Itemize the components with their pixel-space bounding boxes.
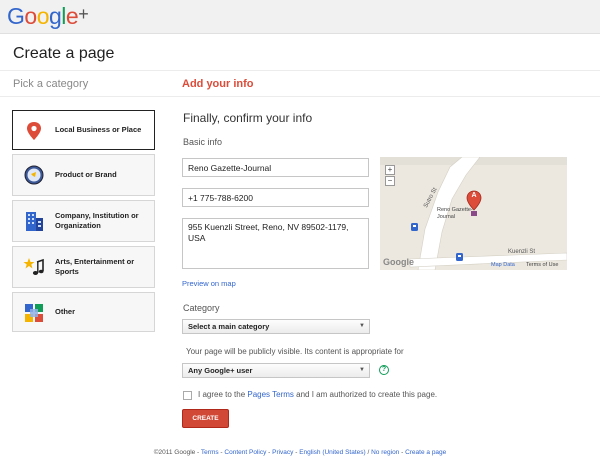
- category-list: Local Business or Place Product or Brand…: [12, 110, 155, 336]
- footer-link-region[interactable]: No region: [371, 449, 399, 456]
- phone-field[interactable]: [182, 188, 369, 207]
- category-label: Product or Brand: [55, 170, 117, 179]
- category-arts[interactable]: Arts, Entertainment or Sports: [12, 246, 155, 288]
- address-field[interactable]: 955 Kuenzli Street, Reno, NV 89502-1179,…: [182, 218, 369, 269]
- transit-icon: [456, 253, 463, 261]
- agree-pre: I agree to the: [198, 390, 248, 399]
- main-category-select[interactable]: Select a main category ▼: [182, 319, 370, 334]
- footer-link-content-policy[interactable]: Content Policy: [224, 449, 266, 456]
- map-terms-link[interactable]: Terms of Use: [526, 262, 558, 268]
- create-button[interactable]: CREATE: [182, 409, 229, 428]
- map-marker-label: A: [471, 192, 477, 199]
- other-icon: [25, 304, 43, 322]
- category-label-heading: Category: [183, 303, 220, 313]
- divider: [0, 96, 600, 97]
- category-local-business[interactable]: Local Business or Place: [12, 110, 155, 150]
- category-label: Other: [55, 307, 76, 316]
- form-title: Finally, confirm your info: [183, 111, 313, 125]
- category-company[interactable]: Company, Institution or Organization: [12, 200, 155, 242]
- zoom-in-button[interactable]: +: [385, 165, 395, 175]
- map-preview[interactable]: A Reno Gazette-Journal Sutro St Kuenzli …: [380, 157, 567, 270]
- divider: [0, 70, 600, 71]
- footer-copyright: ©2011 Google -: [153, 449, 201, 456]
- map-data-link[interactable]: Map Data: [491, 262, 515, 268]
- audience-select[interactable]: Any Google+ user ▼: [182, 363, 370, 378]
- select-value: Select a main category: [188, 322, 270, 331]
- preview-on-map-link[interactable]: Preview on map: [182, 279, 236, 288]
- pages-terms-link[interactable]: Pages Terms: [247, 390, 294, 399]
- footer-link-language[interactable]: English (United States): [299, 449, 365, 456]
- top-bar: Google+: [0, 0, 600, 34]
- category-label: Company, Institution or Organization: [55, 211, 139, 230]
- category-other[interactable]: Other: [12, 292, 155, 332]
- map-google-logo: Google: [383, 257, 414, 267]
- street-label: Kuenzli St: [508, 249, 536, 255]
- visibility-notice: Your page will be publicly visible. Its …: [186, 347, 404, 356]
- help-icon[interactable]: ?: [379, 365, 389, 375]
- zoom-out-button[interactable]: −: [385, 176, 395, 186]
- agree-text: I agree to the Pages Terms and I am auth…: [198, 390, 437, 399]
- footer: ©2011 Google - Terms - Content Policy - …: [153, 449, 447, 456]
- map-pin-icon: [27, 122, 41, 140]
- footer-link-privacy[interactable]: Privacy: [272, 449, 293, 456]
- footer-link-terms[interactable]: Terms: [201, 449, 219, 456]
- transit-icon: [411, 223, 418, 231]
- select-value: Any Google+ user: [188, 366, 253, 375]
- agree-post: and I am authorized to create this page.: [293, 390, 438, 399]
- step-pick-category: Pick a category: [13, 78, 89, 90]
- category-label: Local Business or Place: [55, 125, 142, 134]
- agree-checkbox[interactable]: [183, 391, 192, 400]
- arts-icon: [23, 258, 44, 275]
- category-label: Arts, Entertainment or Sports: [55, 257, 135, 276]
- page-title: Create a page: [13, 45, 115, 62]
- building-icon: [26, 212, 43, 231]
- category-product-brand[interactable]: Product or Brand: [12, 154, 155, 196]
- place-label: Reno Gazette-Journal: [437, 207, 473, 220]
- step-add-info: Add your info: [182, 78, 254, 90]
- chevron-down-icon: ▼: [359, 323, 365, 329]
- chevron-down-icon: ▼: [359, 367, 365, 373]
- name-field[interactable]: [182, 158, 369, 177]
- section-label-basic-info: Basic info: [183, 137, 223, 147]
- google-plus-logo[interactable]: Google+: [7, 3, 89, 30]
- product-icon: [24, 165, 44, 185]
- footer-link-create-page[interactable]: Create a page: [405, 449, 446, 456]
